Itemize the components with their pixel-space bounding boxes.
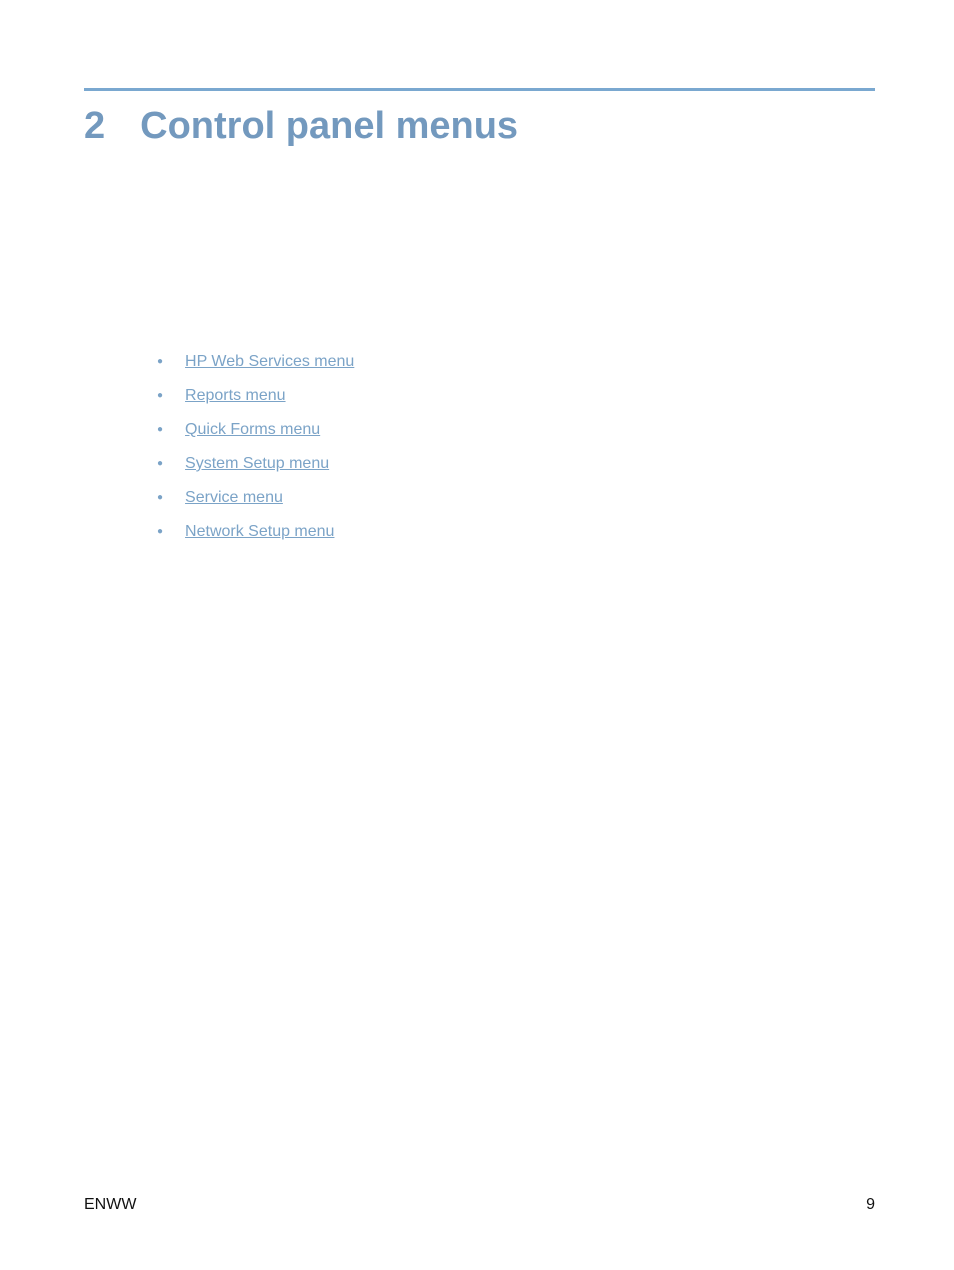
- bullet-icon: ●: [157, 527, 163, 537]
- toc-item: ● HP Web Services menu: [157, 353, 875, 371]
- link-quick-forms-menu[interactable]: Quick Forms menu: [185, 421, 320, 439]
- toc-list: ● HP Web Services menu ● Reports menu ● …: [157, 353, 875, 541]
- footer-page-number: 9: [866, 1196, 875, 1214]
- top-rule: [84, 88, 875, 91]
- bullet-icon: ●: [157, 357, 163, 367]
- bullet-icon: ●: [157, 493, 163, 503]
- link-system-setup-menu[interactable]: System Setup menu: [185, 455, 329, 473]
- footer: ENWW 9: [84, 1196, 875, 1214]
- footer-left: ENWW: [84, 1196, 136, 1214]
- toc-item: ● Reports menu: [157, 387, 875, 405]
- link-reports-menu[interactable]: Reports menu: [185, 387, 286, 405]
- bullet-icon: ●: [157, 459, 163, 469]
- bullet-icon: ●: [157, 425, 163, 435]
- link-network-setup-menu[interactable]: Network Setup menu: [185, 523, 334, 541]
- chapter-title: Control panel menus: [140, 105, 518, 148]
- link-service-menu[interactable]: Service menu: [185, 489, 283, 507]
- chapter-number: 2: [84, 105, 105, 148]
- chapter-heading: 2 Control panel menus: [84, 105, 875, 148]
- toc-item: ● Service menu: [157, 489, 875, 507]
- toc-item: ● Network Setup menu: [157, 523, 875, 541]
- bullet-icon: ●: [157, 391, 163, 401]
- toc-item: ● Quick Forms menu: [157, 421, 875, 439]
- link-hp-web-services[interactable]: HP Web Services menu: [185, 353, 354, 371]
- toc-item: ● System Setup menu: [157, 455, 875, 473]
